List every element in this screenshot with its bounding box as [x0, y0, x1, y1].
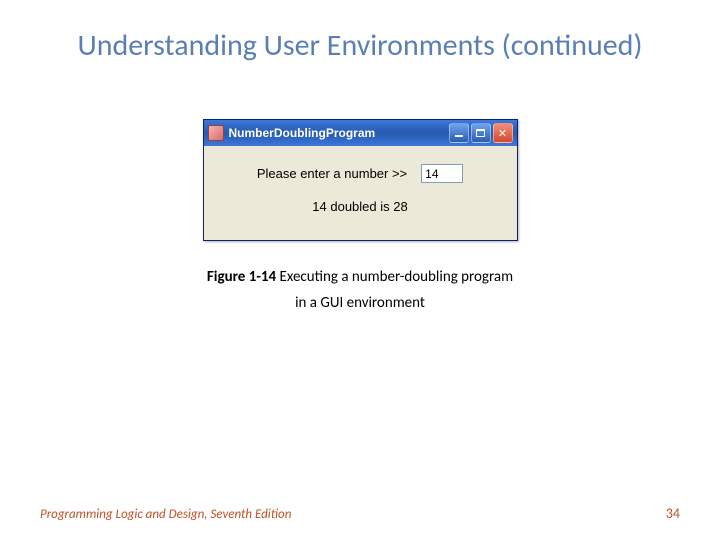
- maximize-icon: [476, 129, 485, 137]
- result-text: 14 doubled is 28: [312, 199, 407, 214]
- footer-book-title: Programming Logic and Design, Seventh Ed…: [40, 507, 291, 522]
- prompt-label: Please enter a number >>: [257, 166, 407, 181]
- app-window: NumberDoublingProgram ✕ Please enter a n…: [203, 119, 518, 241]
- slide: Understanding User Environments (continu…: [0, 0, 720, 540]
- footer-page-number: 34: [666, 505, 680, 522]
- minimize-icon: [455, 135, 463, 137]
- window-controls: ✕: [449, 123, 513, 143]
- figure-caption: Figure 1-14 Executing a number-doubling …: [40, 265, 680, 316]
- figure-number: Figure 1-14: [207, 268, 276, 286]
- caption-line-2: in a GUI environment: [40, 291, 680, 317]
- footer: Programming Logic and Design, Seventh Ed…: [40, 505, 680, 522]
- maximize-button[interactable]: [471, 123, 491, 143]
- close-icon: ✕: [498, 127, 507, 140]
- caption-line-1: Figure 1-14 Executing a number-doubling …: [40, 265, 680, 291]
- title-bar: NumberDoublingProgram ✕: [204, 120, 517, 146]
- window-title: NumberDoublingProgram: [229, 126, 444, 140]
- slide-title: Understanding User Environments (continu…: [40, 28, 680, 64]
- window-container: NumberDoublingProgram ✕ Please enter a n…: [40, 119, 680, 241]
- client-area: Please enter a number >> 14 doubled is 2…: [204, 146, 517, 240]
- input-row: Please enter a number >>: [257, 164, 463, 183]
- app-icon: [208, 125, 224, 141]
- caption-text-1: Executing a number-doubling program: [276, 268, 513, 286]
- close-button[interactable]: ✕: [493, 123, 513, 143]
- minimize-button[interactable]: [449, 123, 469, 143]
- number-input[interactable]: [421, 164, 463, 183]
